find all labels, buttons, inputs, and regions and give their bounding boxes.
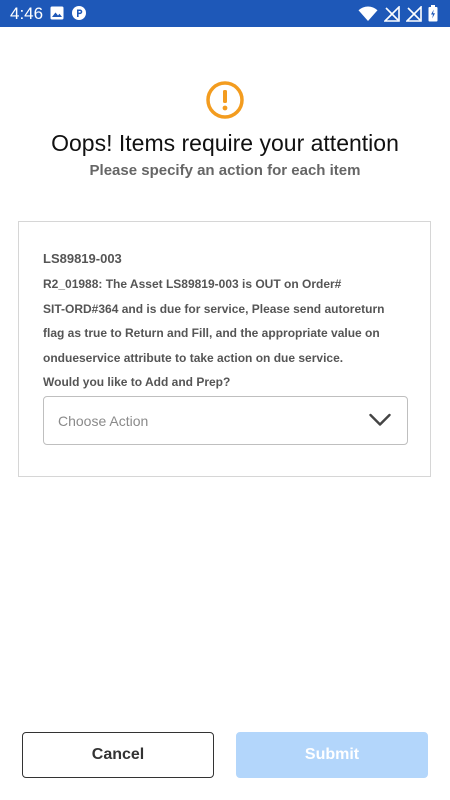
item-message-line: ondueservice attribute to take action on…	[43, 350, 344, 365]
warning-circle-icon	[206, 81, 244, 119]
item-card: LS89819-003 R2_01988: The Asset LS89819-…	[18, 221, 431, 477]
cancel-button[interactable]: Cancel	[22, 732, 214, 778]
item-message-line: SIT-ORD#364 and is due for service, Plea…	[43, 301, 385, 316]
signal-off-icon	[384, 5, 400, 22]
item-message-line: flag as true to Return and Fill, and the…	[43, 326, 380, 340]
choose-action-placeholder: Choose Action	[58, 413, 149, 429]
battery-icon	[428, 5, 438, 22]
status-time: 4:46	[10, 4, 44, 23]
dialog-subtitle: Please specify an action for each item	[89, 162, 361, 179]
status-left-icons	[50, 6, 86, 20]
item-id: LS89819-003	[43, 251, 122, 266]
item-message: R2_01988: The Asset LS89819-003 is OUT o…	[43, 272, 408, 395]
item-message-line: Would you like to Add and Prep?	[43, 375, 231, 389]
chevron-down-icon	[369, 413, 391, 427]
submit-button[interactable]: Submit	[236, 732, 428, 778]
parking-p-icon	[72, 6, 86, 20]
signal-off-icon	[406, 5, 422, 22]
status-right-icons	[358, 5, 438, 22]
wifi-icon	[358, 5, 378, 22]
item-message-line: R2_01988: The Asset LS89819-003 is OUT o…	[43, 277, 342, 291]
status-bar: 4:46	[0, 0, 450, 27]
dialog-title: Oops! Items require your attention	[51, 130, 399, 156]
choose-action-select[interactable]: Choose Action	[43, 396, 408, 445]
image-icon	[50, 6, 64, 20]
